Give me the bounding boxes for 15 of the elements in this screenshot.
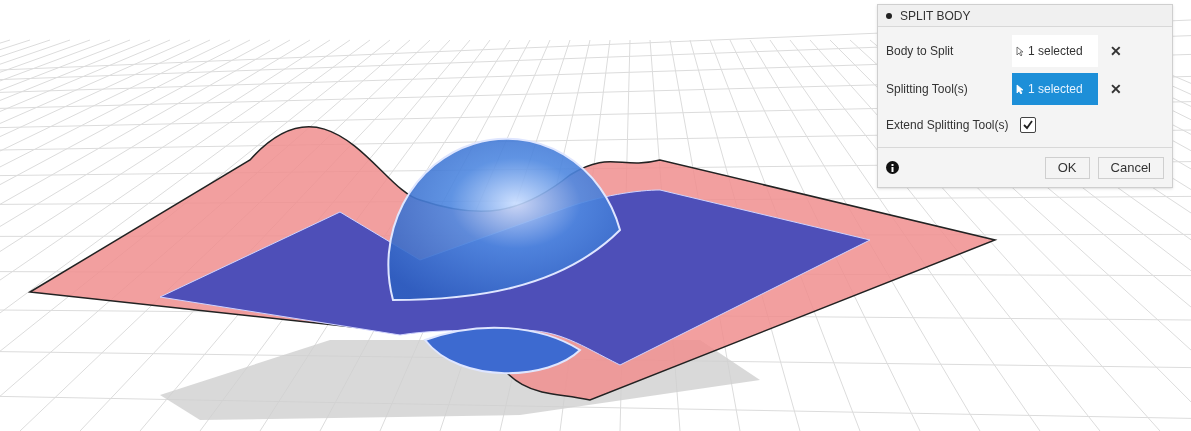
cursor-icon [1016, 45, 1024, 57]
bullet-icon [886, 12, 892, 19]
field-label: Splitting Tool(s) [886, 81, 969, 98]
clear-button[interactable]: ✕ [1110, 78, 1122, 100]
info-icon[interactable] [886, 161, 899, 174]
option-label: Extend Splitting Tool(s) [886, 117, 1010, 134]
field-label: Body to Split [886, 43, 955, 60]
clear-button[interactable]: ✕ [1110, 40, 1122, 62]
checkbox[interactable] [1020, 117, 1036, 133]
cancel-button[interactable]: Cancel [1097, 156, 1164, 179]
check-icon [1022, 119, 1034, 131]
selection-field[interactable]: 1 selected [1012, 35, 1098, 67]
dialog-title: SPLIT BODY [900, 7, 971, 25]
cursor-icon [1016, 83, 1024, 95]
ok-button[interactable]: OK [1044, 156, 1090, 179]
